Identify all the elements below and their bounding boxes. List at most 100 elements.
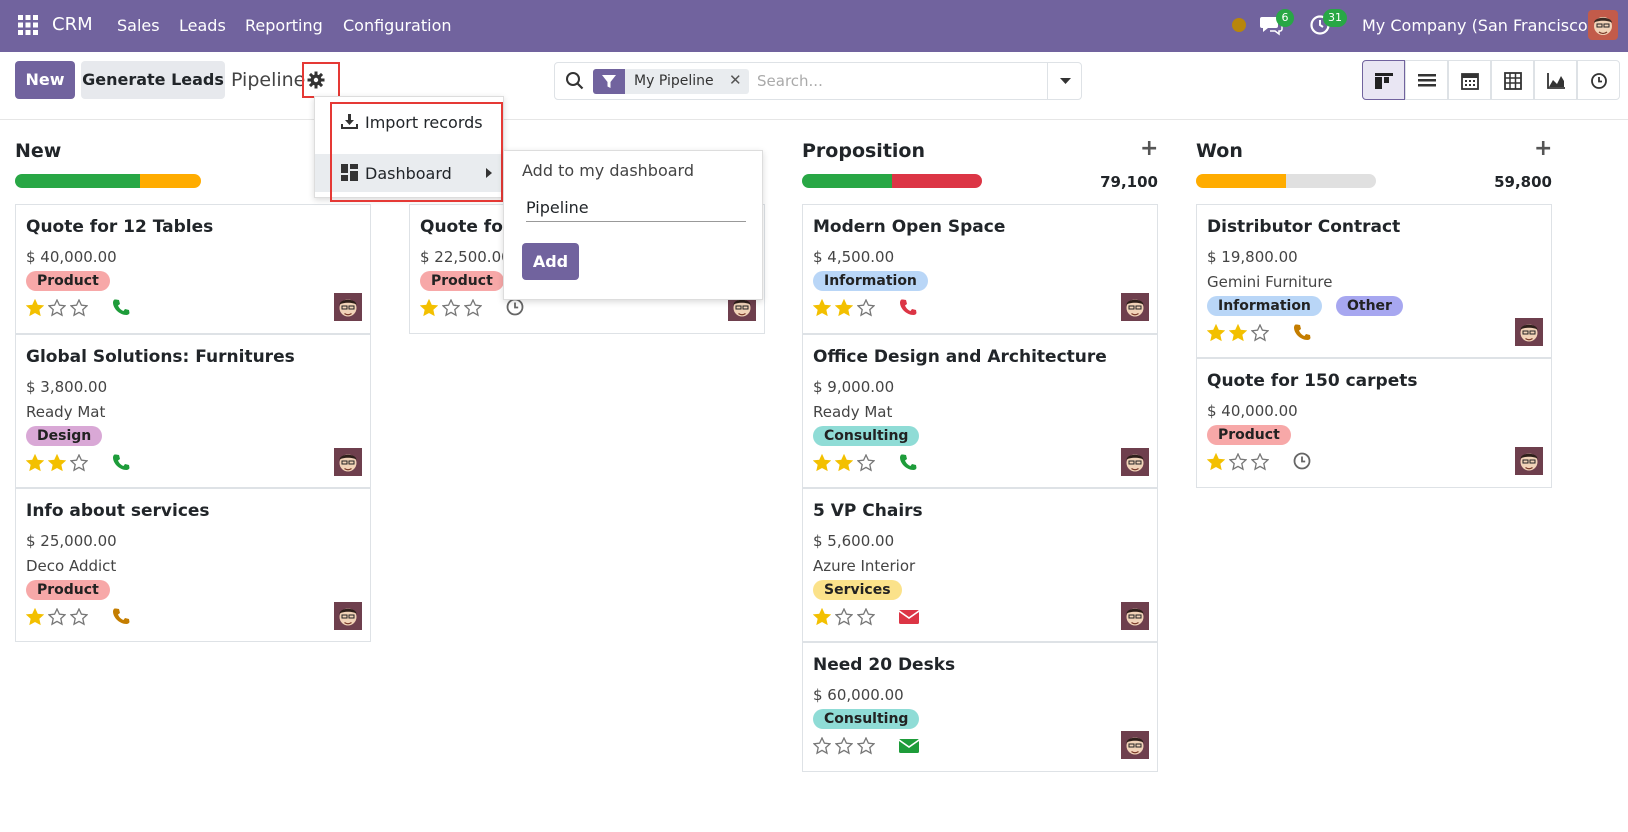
list-view-button[interactable]	[1405, 60, 1448, 100]
salesperson-avatar[interactable]	[1515, 318, 1543, 346]
star-empty-icon[interactable]	[1251, 453, 1269, 471]
kanban-card[interactable]: Info about services $ 25,000.00 Deco Addic…	[15, 488, 371, 642]
priority-stars[interactable]	[813, 299, 875, 317]
search-input[interactable]: Search...	[757, 72, 823, 90]
calendar-view-button[interactable]	[1448, 60, 1491, 100]
star-filled-icon[interactable]	[835, 299, 853, 317]
progress-segment[interactable]	[139, 174, 201, 188]
kanban-view-button[interactable]	[1362, 60, 1405, 100]
star-empty-icon[interactable]	[857, 737, 875, 755]
menu-reporting[interactable]: Reporting	[245, 16, 323, 35]
phone-icon[interactable]	[112, 607, 132, 627]
salesperson-avatar[interactable]	[1121, 602, 1149, 630]
menu-configuration[interactable]: Configuration	[343, 16, 452, 35]
new-button[interactable]: New	[15, 61, 75, 99]
column-header[interactable]: New	[15, 140, 61, 162]
priority-stars[interactable]	[813, 737, 875, 755]
star-empty-icon[interactable]	[857, 299, 875, 317]
phone-icon[interactable]	[112, 453, 132, 473]
kanban-card[interactable]: Modern Open Space $ 4,500.00 Information	[802, 204, 1158, 334]
salesperson-avatar[interactable]	[1121, 293, 1149, 321]
star-filled-icon[interactable]	[1207, 324, 1225, 342]
progress-segment[interactable]	[15, 174, 140, 188]
apps-menu-icon[interactable]	[18, 15, 38, 35]
app-brand[interactable]: CRM	[52, 14, 93, 35]
star-filled-icon[interactable]	[420, 299, 438, 317]
priority-stars[interactable]	[420, 299, 482, 317]
activity-view-button[interactable]	[1577, 60, 1620, 100]
envelope-icon[interactable]	[899, 736, 919, 756]
star-empty-icon[interactable]	[464, 299, 482, 317]
facet-remove-icon[interactable]: ✕	[729, 71, 742, 89]
menu-sales[interactable]: Sales	[117, 16, 160, 35]
salesperson-avatar[interactable]	[1515, 447, 1543, 475]
kanban-card[interactable]: 5 VP Chairs $ 5,600.00 Azure Interior Servi…	[802, 488, 1158, 642]
column-header[interactable]: Proposition	[802, 140, 925, 162]
column-header[interactable]: Won	[1196, 140, 1243, 162]
star-empty-icon[interactable]	[1251, 324, 1269, 342]
progress-segment[interactable]	[1286, 174, 1376, 188]
star-empty-icon[interactable]	[1229, 453, 1247, 471]
progress-segment[interactable]	[802, 174, 892, 188]
star-filled-icon[interactable]	[26, 299, 44, 317]
star-filled-icon[interactable]	[1229, 324, 1247, 342]
star-filled-icon[interactable]	[48, 454, 66, 472]
generate-leads-button[interactable]: Generate Leads	[81, 61, 225, 99]
star-empty-icon[interactable]	[48, 608, 66, 626]
star-empty-icon[interactable]	[442, 299, 460, 317]
star-empty-icon[interactable]	[857, 454, 875, 472]
envelope-icon[interactable]	[899, 607, 919, 627]
kanban-card[interactable]: Office Design and Architecture $ 9,000.00…	[802, 334, 1158, 488]
dashboard-name-input[interactable]: Pipeline	[526, 198, 746, 222]
search-bar[interactable]: My Pipeline ✕ Search...	[554, 62, 1082, 100]
star-empty-icon[interactable]	[70, 299, 88, 317]
salesperson-avatar[interactable]	[1121, 731, 1149, 759]
star-empty-icon[interactable]	[70, 608, 88, 626]
priority-stars[interactable]	[26, 608, 88, 626]
star-filled-icon[interactable]	[813, 454, 831, 472]
kanban-card[interactable]: Quote for 150 carpets $ 40,000.00 Product	[1196, 358, 1552, 488]
quick-create-button[interactable]: +	[1534, 136, 1552, 161]
star-filled-icon[interactable]	[813, 299, 831, 317]
star-filled-icon[interactable]	[26, 608, 44, 626]
add-to-dashboard-button[interactable]: Add	[522, 243, 579, 280]
priority-stars[interactable]	[813, 608, 875, 626]
star-filled-icon[interactable]	[26, 454, 44, 472]
priority-stars[interactable]	[1207, 324, 1269, 342]
phone-icon[interactable]	[112, 298, 132, 318]
phone-icon[interactable]	[899, 453, 919, 473]
salesperson-avatar[interactable]	[334, 602, 362, 630]
kanban-card[interactable]: Need 20 Desks $ 60,000.00 Consulting	[802, 642, 1158, 772]
priority-stars[interactable]	[26, 299, 88, 317]
column-progress-bar[interactable]	[802, 174, 982, 188]
priority-stars[interactable]	[26, 454, 88, 472]
search-options-toggle[interactable]	[1047, 63, 1082, 99]
star-empty-icon[interactable]	[70, 454, 88, 472]
progress-segment[interactable]	[892, 174, 982, 188]
column-progress-bar[interactable]	[1196, 174, 1376, 188]
star-empty-icon[interactable]	[813, 737, 831, 755]
star-empty-icon[interactable]	[835, 608, 853, 626]
column-progress-bar[interactable]	[15, 174, 201, 188]
salesperson-avatar[interactable]	[334, 293, 362, 321]
star-filled-icon[interactable]	[813, 608, 831, 626]
phone-icon[interactable]	[899, 298, 919, 318]
menu-leads[interactable]: Leads	[179, 16, 226, 35]
graph-view-button[interactable]	[1534, 60, 1577, 100]
phone-icon[interactable]	[1293, 323, 1313, 343]
progress-segment[interactable]	[1196, 174, 1286, 188]
pivot-view-button[interactable]	[1491, 60, 1534, 100]
status-dot-icon[interactable]	[1230, 16, 1248, 34]
star-empty-icon[interactable]	[835, 737, 853, 755]
kanban-card[interactable]: Global Solutions: Furnitures $ 3,800.00 Re…	[15, 334, 371, 488]
priority-stars[interactable]	[1207, 453, 1269, 471]
star-empty-icon[interactable]	[857, 608, 875, 626]
clock-icon[interactable]	[1293, 452, 1313, 472]
clock-icon[interactable]	[506, 298, 526, 318]
user-avatar[interactable]	[1588, 10, 1618, 40]
salesperson-avatar[interactable]	[334, 448, 362, 476]
star-filled-icon[interactable]	[1207, 453, 1225, 471]
kanban-card[interactable]: Distributor Contract $ 19,800.00 Gemini Fu…	[1196, 204, 1552, 358]
star-empty-icon[interactable]	[48, 299, 66, 317]
quick-create-button[interactable]: +	[1140, 136, 1158, 161]
